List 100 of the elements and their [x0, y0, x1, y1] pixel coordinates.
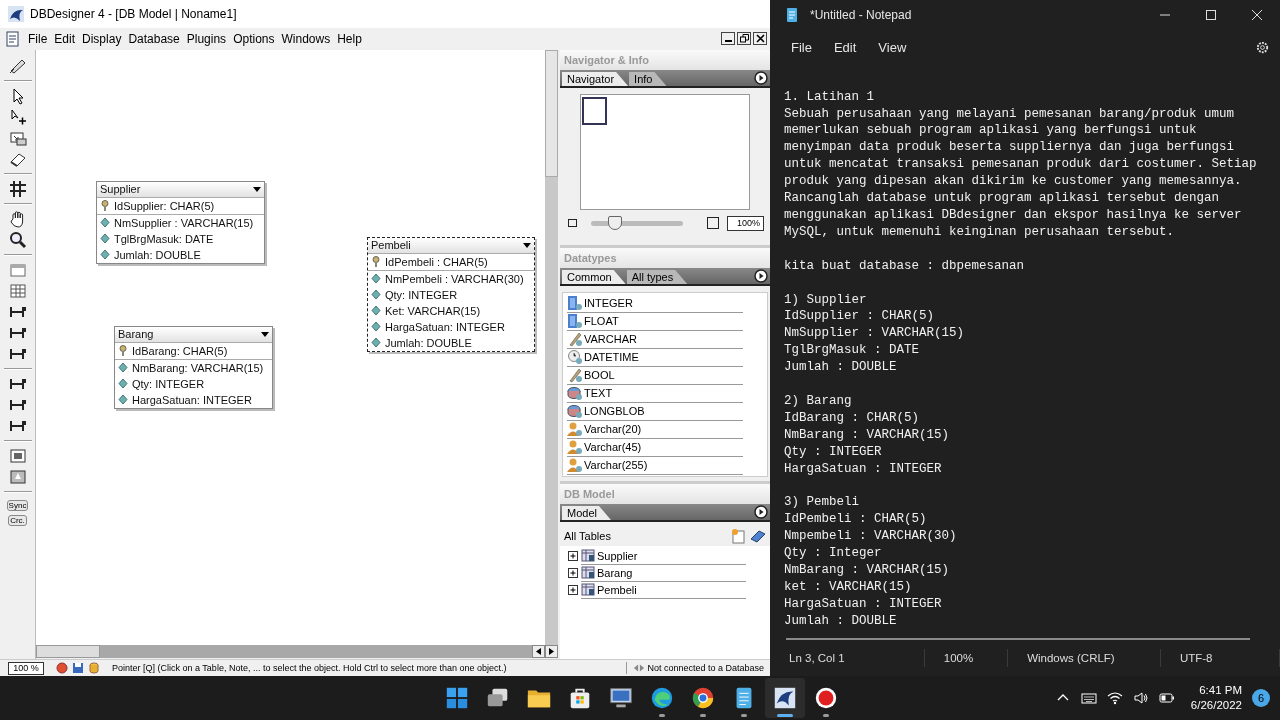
- status-item: Windows (CRLF): [1027, 652, 1115, 665]
- scroll-thumb[interactable]: [545, 49, 558, 177]
- text-line: Jumlah : DOUBLE: [784, 359, 898, 377]
- datatype-item[interactable]: TEXT: [584, 387, 613, 400]
- close-button[interactable]: [753, 32, 767, 46]
- datatype-item[interactable]: Varchar(255): [584, 459, 648, 472]
- window-title: *Untitled - Notepad: [810, 8, 912, 22]
- menu-item[interactable]: Edit: [54, 31, 76, 46]
- text-line: Jumlah : DOUBLE: [784, 612, 898, 630]
- menu-item[interactable]: Database: [128, 31, 180, 46]
- left-arrow-icon: [535, 647, 542, 655]
- key-icon: [100, 200, 110, 212]
- panel-tab[interactable]: All types: [626, 269, 688, 284]
- column-label: Jumlah: DOUBLE: [385, 336, 472, 349]
- table-node[interactable]: Pembeli IdPembeli : CHAR(5) NmPembeli : VARCHAR(30) Qty: INTEGER Ket: VARCHAR(15) HargaSatuan: INTEGER Jumlah: DOUBLE: [367, 236, 535, 352]
- toolbar-button[interactable]: Crc.: [8, 514, 27, 526]
- tree-item[interactable]: Supplier: [597, 549, 638, 562]
- table-icon: [581, 549, 595, 563]
- clock-date[interactable]: 6/26/2022: [1190, 698, 1242, 713]
- column-label: IdPembeli : CHAR(5): [385, 255, 488, 268]
- settings-icon[interactable]: [1255, 39, 1270, 55]
- stop-icon[interactable]: [56, 662, 68, 674]
- text-line: TglBrgMasuk : DATE: [784, 342, 921, 360]
- datatype-item[interactable]: VARCHAR: [584, 333, 637, 346]
- pen-icon: [567, 331, 583, 348]
- panel-title: Navigator & Info: [560, 49, 770, 70]
- column-type-icon: [567, 295, 583, 312]
- diamond-icon: [118, 378, 128, 390]
- volume-icon[interactable]: [1132, 690, 1149, 706]
- text-line: 2) Barang: [784, 392, 853, 410]
- datatype-item[interactable]: INTEGER: [584, 297, 633, 310]
- person-icon: [567, 457, 583, 474]
- windows-logo-icon: [444, 685, 470, 711]
- toolbar-button[interactable]: Sync: [6, 499, 29, 511]
- menu-item[interactable]: Edit: [824, 35, 866, 59]
- datatype-item[interactable]: BOOL: [584, 369, 615, 382]
- diamond-icon: [100, 249, 110, 261]
- text-line: IdSupplier : CHAR(5): [784, 308, 936, 326]
- zoom-icon[interactable]: [7, 229, 28, 250]
- panel-tab[interactable]: Info: [629, 71, 667, 86]
- disk-icon: [567, 385, 583, 402]
- taskbar-app[interactable]: [765, 678, 805, 718]
- expand-icon[interactable]: [568, 568, 578, 579]
- notification-badge[interactable]: 6: [1252, 689, 1270, 707]
- clock-time[interactable]: 6:41 PM: [1199, 683, 1242, 698]
- tree-item[interactable]: Pembeli: [597, 583, 637, 596]
- wifi-icon[interactable]: [1106, 690, 1123, 706]
- keyboard-icon[interactable]: [1080, 690, 1097, 706]
- menu-item[interactable]: View: [869, 35, 916, 59]
- battery-icon[interactable]: [1158, 690, 1175, 706]
- vertical-scrollbar[interactable]: [545, 49, 558, 645]
- caret-icon[interactable]: [523, 242, 531, 248]
- viewport-frame[interactable]: [582, 96, 607, 125]
- datatype-item[interactable]: Varchar(20): [584, 423, 642, 436]
- slider-thumb[interactable]: [608, 215, 623, 230]
- menu-item[interactable]: File: [28, 31, 48, 46]
- menu-item[interactable]: Help: [337, 31, 362, 46]
- diamond-icon: [118, 362, 128, 374]
- zoom-field[interactable]: 100 %: [8, 661, 44, 675]
- datatype-item[interactable]: LONGBLOB: [584, 405, 645, 418]
- grid-icon[interactable]: [7, 178, 28, 199]
- datatype-item[interactable]: Varchar(45): [584, 441, 642, 454]
- panel-tab[interactable]: Model: [562, 505, 611, 520]
- table-node[interactable]: Barang IdBarang: CHAR(5) NmBarang: VARCHAR(15) Qty: INTEGER HargaSatuan: INTEGER: [114, 325, 273, 409]
- datatype-item[interactable]: FLOAT: [584, 315, 619, 328]
- menu-item[interactable]: Windows: [281, 31, 331, 46]
- datatype-item[interactable]: DATETIME: [584, 351, 639, 364]
- play-icon[interactable]: [754, 268, 768, 283]
- document-icon[interactable]: [5, 30, 21, 47]
- table-node[interactable]: Supplier IdSupplier: CHAR(5) NmSupplier : VARCHAR(15) TglBrgMasuk: DATE Jumlah: DOUBLE: [96, 180, 265, 264]
- save-icon[interactable]: [72, 662, 84, 674]
- expand-icon[interactable]: [568, 551, 578, 562]
- zoom-out-icon[interactable]: [568, 219, 577, 228]
- expand-icon[interactable]: [568, 585, 578, 596]
- column-label: NmSupplier : VARCHAR(15): [114, 216, 254, 229]
- menu-item[interactable]: Options: [233, 31, 275, 46]
- database-icon[interactable]: [88, 662, 100, 674]
- minimize-button[interactable]: [721, 32, 735, 46]
- caret-icon[interactable]: [261, 331, 269, 337]
- panel-tab[interactable]: Common: [562, 269, 626, 284]
- menu-item[interactable]: File: [782, 35, 821, 59]
- menu-item[interactable]: Plugins: [186, 31, 227, 46]
- column-label: HargaSatuan: INTEGER: [385, 320, 505, 333]
- close-icon: [755, 34, 765, 44]
- text-line: HargaSatuan : INTEGER: [784, 460, 943, 478]
- globe-icon: [690, 685, 716, 711]
- play-icon[interactable]: [754, 504, 768, 519]
- menu-item[interactable]: Display: [82, 31, 122, 46]
- panel-tab[interactable]: Navigator: [562, 71, 629, 86]
- zoom-in-icon[interactable]: [706, 217, 720, 230]
- diamond-icon: [118, 394, 128, 406]
- zoom-field[interactable]: 100%: [727, 215, 764, 231]
- text-line: Qty : Integer: [784, 545, 883, 562]
- status-item: UTF-8: [1179, 652, 1213, 665]
- restore-button[interactable]: [737, 32, 751, 46]
- play-icon[interactable]: [754, 70, 768, 85]
- tree-item[interactable]: Barang: [597, 566, 633, 579]
- caret-icon[interactable]: [253, 186, 261, 192]
- table-icon: [581, 583, 595, 597]
- record-icon: [813, 685, 839, 711]
